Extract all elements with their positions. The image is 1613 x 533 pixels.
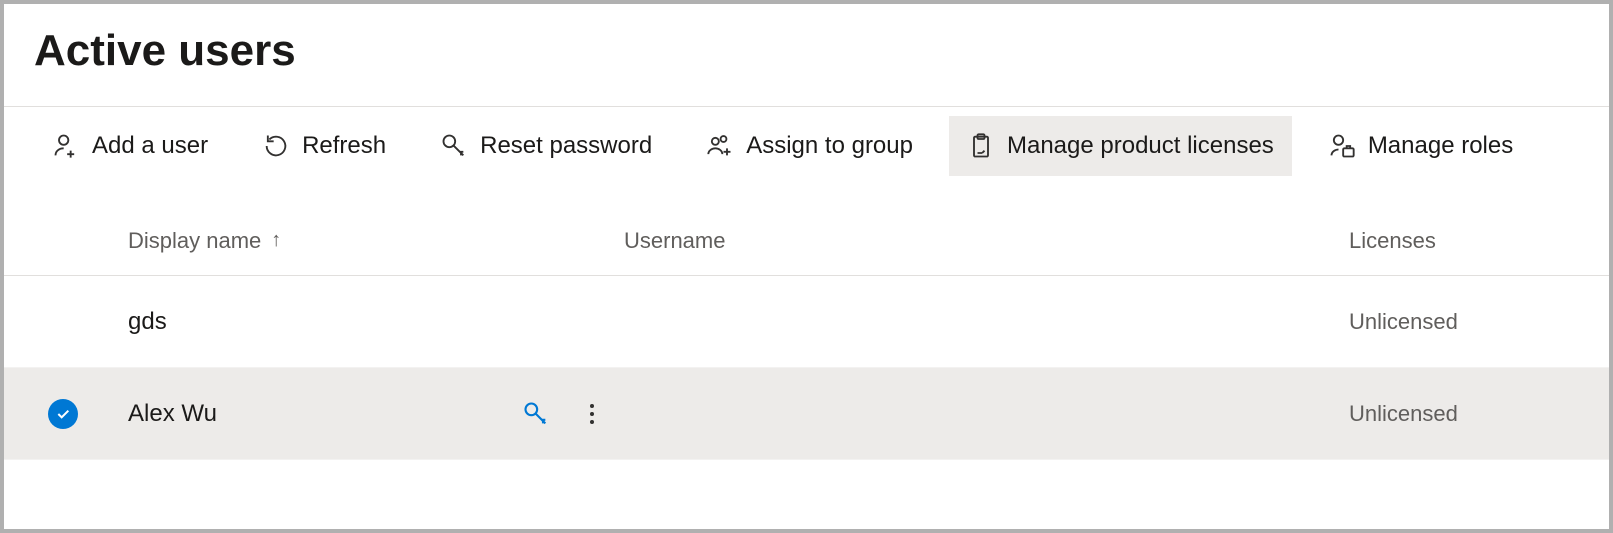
- manage-licenses-label: Manage product licenses: [1007, 132, 1274, 160]
- checkmark-icon: [48, 399, 78, 429]
- column-display-name[interactable]: Display name ↑: [104, 228, 624, 254]
- group-add-icon: [706, 130, 734, 162]
- manage-licenses-button[interactable]: Manage product licenses: [949, 116, 1292, 176]
- active-users-panel: Active users Add a user Refresh Reset pa…: [4, 4, 1609, 529]
- row-display-name-text: Alex Wu: [128, 400, 217, 428]
- manage-roles-label: Manage roles: [1368, 132, 1513, 160]
- row-display-name[interactable]: gds: [104, 308, 624, 336]
- reset-password-label: Reset password: [480, 132, 652, 160]
- column-display-name-label: Display name: [128, 228, 261, 254]
- add-user-icon: [52, 130, 80, 162]
- table-header: Display name ↑ Username Licenses: [4, 206, 1609, 276]
- add-user-button[interactable]: Add a user: [34, 116, 226, 176]
- briefcase-person-icon: [1328, 130, 1356, 162]
- row-checkbox[interactable]: [4, 399, 104, 429]
- refresh-button[interactable]: Refresh: [244, 116, 404, 176]
- column-username[interactable]: Username: [624, 228, 1349, 254]
- add-user-label: Add a user: [92, 132, 208, 160]
- assign-group-button[interactable]: Assign to group: [688, 116, 931, 176]
- more-actions-icon[interactable]: [590, 404, 594, 424]
- assign-group-label: Assign to group: [746, 132, 913, 160]
- table-row[interactable]: Alex Wu Unlicensed: [4, 368, 1609, 460]
- clipboard-icon: [967, 130, 995, 162]
- users-table: Display name ↑ Username Licenses gds Unl…: [4, 206, 1609, 460]
- page-title: Active users: [4, 4, 1609, 106]
- refresh-label: Refresh: [302, 132, 386, 160]
- reset-password-button[interactable]: Reset password: [422, 116, 670, 176]
- sort-ascending-icon: ↑: [271, 229, 281, 252]
- refresh-icon: [262, 130, 290, 162]
- table-row[interactable]: gds Unlicensed: [4, 276, 1609, 368]
- column-licenses[interactable]: Licenses: [1349, 228, 1609, 254]
- row-display-name[interactable]: Alex Wu: [104, 400, 624, 428]
- row-licenses: Unlicensed: [1349, 309, 1609, 335]
- row-key-icon[interactable]: [522, 400, 550, 428]
- manage-roles-button[interactable]: Manage roles: [1310, 116, 1531, 176]
- key-icon: [440, 130, 468, 162]
- row-actions: [522, 400, 594, 428]
- command-bar: Add a user Refresh Reset password Assign…: [4, 106, 1609, 184]
- row-licenses: Unlicensed: [1349, 401, 1609, 427]
